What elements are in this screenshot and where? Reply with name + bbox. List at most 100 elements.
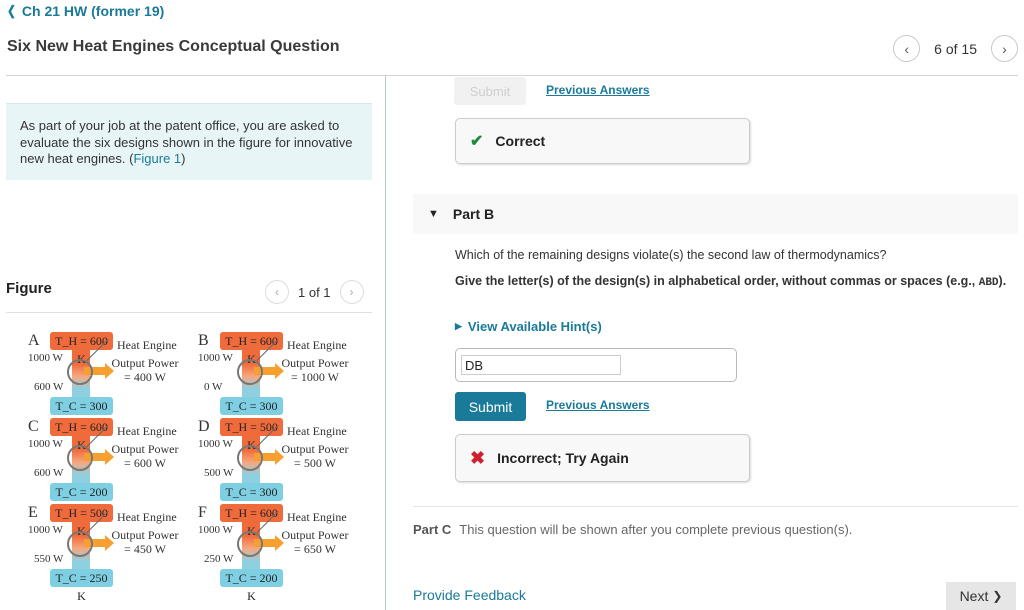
chevron-right-icon: ❯ [992,589,1003,603]
cold-reservoir: T_C = 200 K [220,569,283,603]
chevron-right-icon: › [349,285,354,299]
figure-pager: ‹ 1 of 1 › [265,280,364,304]
caret-right-icon: ▶ [455,321,462,331]
caret-down-icon: ▼ [428,208,439,220]
heat-engine-label: Heat Engine [117,424,177,438]
page-title: Six New Heat Engines Conceptual Question [7,38,340,55]
cold-reservoir: T_C = 300 K [50,397,113,431]
example-answer: ABD [978,277,999,289]
heat-in-label: 1000 W [198,524,233,536]
hot-reservoir: T_H = 600 K [50,332,113,366]
heat-in-label: 1000 W [198,438,233,450]
engine-circle-icon [237,531,263,557]
chevron-left-icon: ❮ [7,3,16,18]
engine-letter: A [28,332,40,349]
heat-in-label: 1000 W [28,352,63,364]
output-power-label: Output Power = 400 W [111,356,179,384]
output-power-label: Output Power = 650 W [281,528,349,556]
chevron-left-icon: ‹ [904,40,909,57]
provide-feedback-link[interactable]: Provide Feedback [413,587,526,603]
heat-out-label: 500 W [204,467,234,479]
heat-engine-c: C T_H = 600 K T_C = 200 K 1000 W 600 W Heat E… [25,416,195,517]
figure-position: 1 of 1 [298,284,331,300]
intro-panel: As part of your job at the patent office… [6,103,372,180]
output-power-label: Output Power = 500 W [281,442,349,470]
engine-circle-icon [237,445,263,471]
figure-divider [6,312,372,313]
part-b-instruction: Give the letter(s) of the design(s) in a… [455,274,1007,289]
next-button[interactable]: Next ❯ [946,582,1016,610]
part-b-question: Which of the remaining designs violate(s… [455,248,887,262]
part-b-result: ✖ Incorrect; Try Again [455,434,750,482]
output-power-label: Output Power = 1000 W [281,356,349,384]
part-a-result: ✔ Correct [455,118,750,164]
part-c: Part C This question will be shown after … [413,522,852,537]
engine-circle-icon [67,445,93,471]
hot-reservoir: T_H = 600 K [220,504,283,538]
heat-engine-label: Heat Engine [287,510,347,524]
heat-out-label: 600 W [34,381,64,393]
hot-reservoir: T_H = 500 K [50,504,113,538]
engine-letter: D [198,418,210,435]
cold-reservoir: T_C = 300 K [220,397,283,431]
heat-engine-label: Heat Engine [287,338,347,352]
part-b-submit-button[interactable]: Submit [455,392,526,421]
engine-circle-icon [237,359,263,385]
chevron-right-icon: › [1002,40,1007,57]
hot-reservoir: T_H = 600 K [50,418,113,452]
part-b-header[interactable]: ▼ Part B [413,194,1018,234]
engine-letter: E [28,504,38,521]
next-figure-button[interactable]: › [339,280,364,304]
x-icon: ✖ [470,447,486,468]
heat-engine-a: A T_H = 600 K T_C = 300 K 1000 W 600 W Heat E… [25,330,195,431]
cold-reservoir: T_C = 300 K [220,483,283,517]
engine-circle-icon [67,359,93,385]
answer-input[interactable] [461,355,621,375]
next-question-button[interactable]: › [991,35,1018,62]
prev-figure-button[interactable]: ‹ [265,280,289,304]
part-c-label: Part C [413,522,452,537]
heat-out-label: 600 W [34,467,64,479]
heat-engine-label: Heat Engine [287,424,347,438]
intro-text: As part of your job at the patent office… [20,118,353,166]
cold-reservoir: T_C = 250 K [50,569,113,603]
figure-title: Figure [6,280,52,297]
answer-box [455,348,737,382]
engine-letter: F [198,504,207,521]
heat-engine-e: E T_H = 500 K T_C = 250 K 1000 W 550 W Heat E… [25,502,195,603]
question-pager: ‹ 6 of 15 › [893,35,1018,62]
figure-link[interactable]: Figure 1 [133,151,181,166]
heat-engine-label: Heat Engine [117,510,177,524]
part-a-previous-answers-link[interactable]: Previous Answers [546,83,650,97]
back-link-label: Ch 21 HW (former 19) [21,3,165,19]
part-b-label: Part B [452,206,495,222]
engine-circle-icon [67,531,93,557]
engine-letter: C [28,418,39,435]
prev-question-button[interactable]: ‹ [893,35,921,62]
view-hints-link[interactable]: ▶ View Available Hint(s) [455,319,602,334]
back-link[interactable]: ❮ Ch 21 HW (former 19) [6,3,164,19]
question-position: 6 of 15 [934,40,977,57]
heat-engine-f: F T_H = 600 K T_C = 200 K 1000 W 250 W Heat E… [195,502,365,603]
part-a-submit-button: Submit [454,77,526,105]
heat-engine-d: D T_H = 500 K T_C = 300 K 1000 W 500 W Heat E… [195,416,365,517]
hot-reservoir: T_H = 500 K [220,418,283,452]
result-text: Correct [495,133,546,149]
chevron-left-icon: ‹ [275,285,279,299]
part-c-divider [413,506,1018,507]
heat-out-label: 550 W [34,553,64,565]
part-b-previous-answers-link[interactable]: Previous Answers [546,398,650,412]
output-power-label: Output Power = 450 W [111,528,179,556]
heat-out-label: 250 W [204,553,234,565]
parts-panel: Submit Previous Answers ✔ Correct ▼ Part… [386,76,1024,610]
hot-reservoir: T_H = 600 K [220,332,283,366]
heat-in-label: 1000 W [198,352,233,364]
heat-engine-label: Heat Engine [117,338,177,352]
engine-letter: B [198,332,209,349]
result-text: Incorrect; Try Again [497,450,629,466]
heat-in-label: 1000 W [28,524,63,536]
heat-out-label: 0 W [204,381,223,393]
heat-in-label: 1000 W [28,438,63,450]
part-c-text: This question will be shown after you co… [459,522,853,537]
heat-engines-figure: AT_H = 600 KT_C = 300 K1000 W600 WHeat E… [25,330,370,603]
